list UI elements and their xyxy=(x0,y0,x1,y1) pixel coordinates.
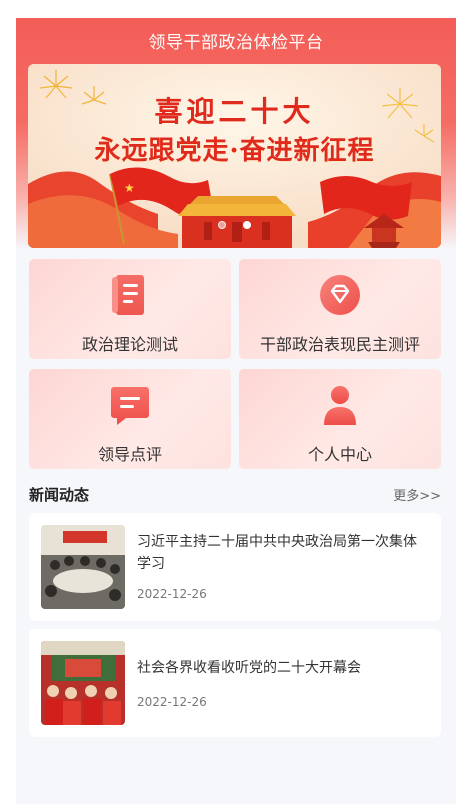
news-item-date: 2022-12-26 xyxy=(137,587,207,601)
news-list-item[interactable]: 习近平主持二十届中共中央政治局第一次集体学习 2022-12-26 xyxy=(29,513,441,621)
news-thumbnail xyxy=(41,525,125,609)
audience-photo xyxy=(41,641,125,725)
app-page: 领导干部政治体检平台 ★ 喜迎二十大 永远跟党走·奋进新征程 政治理论测试 干部… xyxy=(16,18,456,804)
news-item-title: 习近平主持二十届中共中央政治局第一次集体学习 xyxy=(137,534,417,572)
news-thumbnail xyxy=(41,641,125,725)
menu-card-label: 政治理论测试 xyxy=(81,335,178,354)
page-title: 领导干部政治体检平台 xyxy=(148,33,324,53)
scroll-icon xyxy=(112,275,144,315)
header-bar: 领导干部政治体检平台 ★ 喜迎二十大 永远跟党走·奋进新征程 xyxy=(16,18,456,250)
banner-headline: 喜迎二十大 xyxy=(154,95,315,128)
news-more-link[interactable]: 更多>> xyxy=(393,485,441,504)
news-item-date: 2022-12-26 xyxy=(137,695,207,709)
menu-card-leader-comment[interactable]: 领导点评 xyxy=(29,369,231,469)
menu-card-personal-center[interactable]: 个人中心 xyxy=(239,369,441,469)
news-section-title: 新闻动态 xyxy=(29,486,90,504)
carousel-dot-1[interactable] xyxy=(217,221,226,229)
meeting-photo xyxy=(41,525,125,609)
menu-card-label: 个人中心 xyxy=(307,445,372,464)
carousel-dots xyxy=(28,214,441,233)
news-item-title: 社会各界收看收听党的二十大开幕会 xyxy=(137,660,361,676)
menu-card-label: 干部政治表现民主测评 xyxy=(259,335,420,354)
menu-card-label: 领导点评 xyxy=(97,445,162,464)
banner-slogan: 永远跟党走·奋进新征程 xyxy=(94,136,375,166)
news-section-header: 新闻动态 更多>> xyxy=(29,482,441,506)
banner-carousel[interactable]: ★ 喜迎二十大 永远跟党走·奋进新征程 xyxy=(28,64,441,248)
svg-text:★: ★ xyxy=(124,181,135,195)
carousel-dot-2[interactable] xyxy=(243,221,252,229)
menu-card-democratic-evaluation[interactable]: 干部政治表现民主测评 xyxy=(239,259,441,359)
news-list-item[interactable]: 社会各界收看收听党的二十大开幕会 2022-12-26 xyxy=(29,629,441,737)
menu-card-theory-test[interactable]: 政治理论测试 xyxy=(29,259,231,359)
diamond-badge-icon xyxy=(320,275,360,315)
comment-icon xyxy=(111,387,149,425)
user-icon xyxy=(324,386,356,425)
